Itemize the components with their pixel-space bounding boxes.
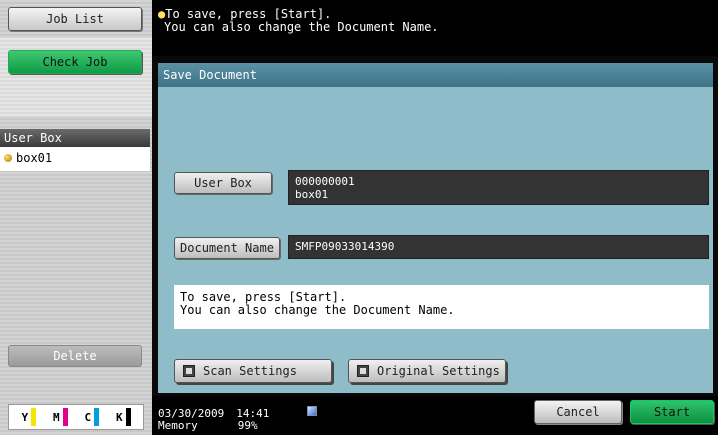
user-box-item-label: box01 [16, 151, 53, 165]
cancel-button[interactable]: Cancel [534, 400, 622, 424]
toner-black: K [116, 408, 131, 426]
toner-level-bar [62, 408, 68, 426]
top-message: ●To save, press [Start]. You can also ch… [158, 8, 714, 44]
original-settings-label: Original Settings [377, 364, 500, 378]
scan-settings-button[interactable]: Scan Settings [174, 359, 332, 383]
start-button[interactable]: Start [630, 400, 714, 424]
scan-settings-icon [183, 365, 195, 377]
user-box-header: User Box [0, 129, 150, 147]
original-settings-button[interactable]: Original Settings [348, 359, 506, 383]
dialog-title: Save Document [158, 63, 713, 87]
toner-letter: C [84, 410, 92, 424]
left-panel: Job List Check Job User Box box01 Delete… [0, 0, 152, 435]
user-box-name: box01 [295, 188, 329, 201]
instruction-message: To save, press [Start]. You can also cha… [174, 285, 709, 329]
top-message-line1: To save, press [Start]. [165, 7, 332, 21]
user-box-value: 000000001 box01 [288, 170, 709, 205]
toner-letter: Y [21, 410, 29, 424]
toner-level-bar [125, 408, 131, 426]
original-settings-icon [357, 365, 369, 377]
status-bar: 03/30/2009 14:41 Memory 99% [158, 406, 358, 434]
network-icon [307, 406, 317, 416]
user-box-button[interactable]: User Box [174, 172, 272, 194]
toner-magenta: M [53, 408, 68, 426]
document-name-button[interactable]: Document Name [174, 237, 280, 259]
toner-level-bar [94, 408, 100, 426]
dialog-body: User Box 000000001 box01 Document Name S… [158, 87, 713, 393]
toner-letter: K [115, 410, 123, 424]
user-box-number: 000000001 [295, 175, 355, 188]
delete-button[interactable]: Delete [8, 345, 142, 367]
check-job-button[interactable]: Check Job [8, 50, 142, 74]
scan-settings-label: Scan Settings [203, 364, 297, 378]
memory-label: Memory [158, 419, 198, 432]
toner-yellow: Y [21, 408, 37, 426]
user-box-list: box01 [0, 147, 150, 171]
toner-level-bar [31, 408, 37, 426]
box-icon [4, 153, 12, 162]
toner-indicator: Y M C K [8, 404, 144, 430]
job-list-button[interactable]: Job List [8, 7, 142, 31]
memory-value: 99% [237, 419, 258, 432]
document-name-value: SMFP09033014390 [288, 235, 709, 259]
save-document-dialog: Save Document User Box 000000001 box01 D… [152, 56, 718, 396]
toner-cyan: C [84, 408, 100, 426]
toner-letter: M [52, 410, 60, 424]
top-message-line2: You can also change the Document Name. [164, 20, 439, 34]
user-box-list-item[interactable]: box01 [4, 147, 150, 169]
instruction-line2: You can also change the Document Name. [180, 303, 455, 317]
